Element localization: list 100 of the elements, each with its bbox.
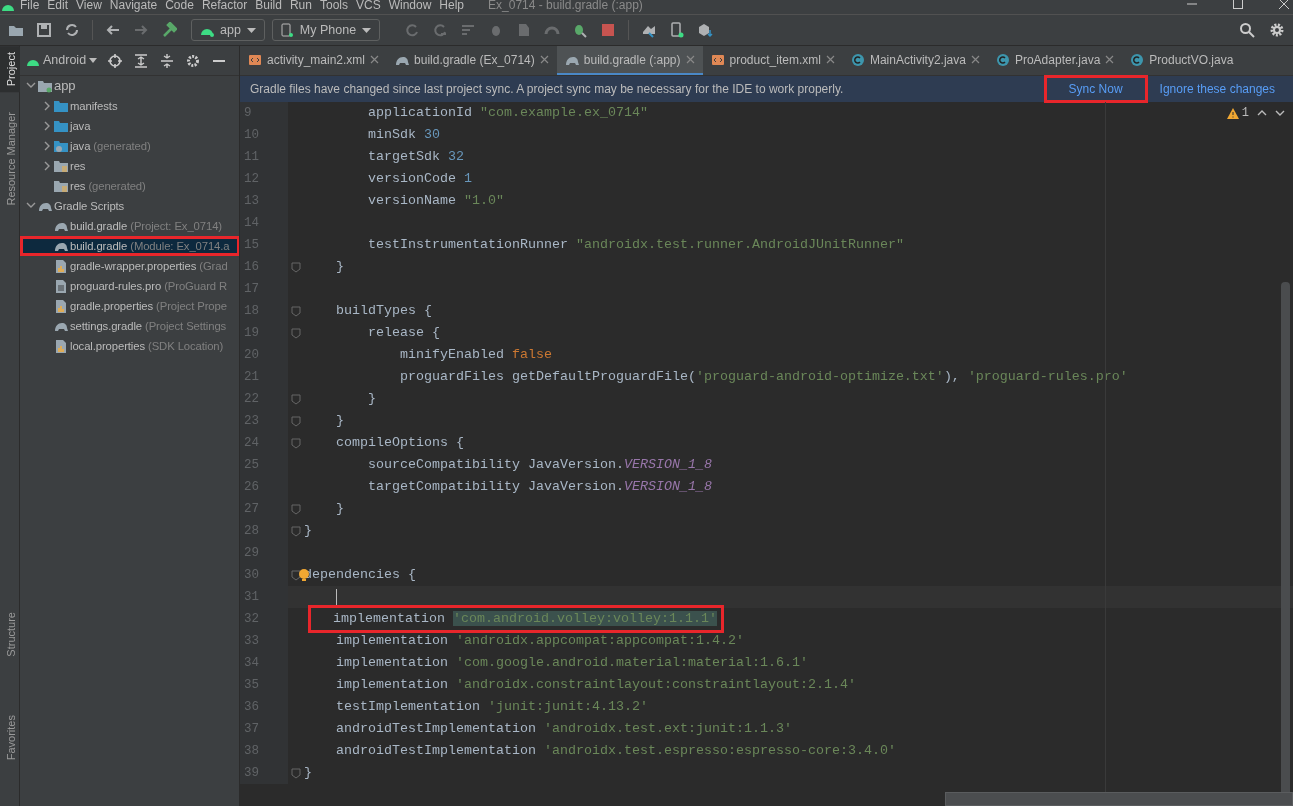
editor-tab[interactable]: product_item.xml [702, 46, 843, 75]
editor-tab[interactable]: MainActivity2.java [842, 46, 988, 75]
tree-item[interactable]: res [20, 156, 239, 176]
tree-item[interactable]: app [20, 76, 239, 96]
device-dropdown[interactable]: My Phone [271, 19, 381, 41]
collapse-all-icon [160, 53, 175, 68]
caret-icon [89, 58, 98, 63]
editor-tab[interactable]: ProAdapter.java [987, 46, 1123, 75]
settings-icon [1269, 22, 1285, 38]
folder-icon [54, 119, 68, 133]
code-line: } [335, 500, 344, 518]
code-line: release { [367, 324, 440, 342]
code-line: } [367, 390, 376, 408]
code-line: sourceCompatibility JavaVersion.VERSION_1_8 [367, 456, 712, 474]
tool-window-tab[interactable]: Structure [0, 605, 20, 663]
tool-window-tab[interactable]: Resource Manager [0, 106, 20, 212]
code-file-icon [710, 52, 725, 67]
warning-count[interactable]: 1 [1226, 104, 1249, 122]
code-line: targetCompatibility JavaVersion.VERSION_1_8 [367, 478, 712, 496]
class-icon [850, 52, 865, 67]
code-line: minifyEnabled false [398, 346, 552, 364]
code-file-icon [248, 52, 262, 67]
tree-item[interactable]: Gradle Scripts [20, 196, 239, 216]
menu-item[interactable]: File [16, 0, 44, 12]
run-config-dropdown[interactable]: app [191, 19, 265, 41]
tree-item[interactable]: local.properties (SDK Location) [20, 336, 239, 356]
tree-item[interactable]: res (generated) [20, 176, 239, 196]
code-line: androidTestImplementation 'androidx.test.ext:junit:1.1.3' [335, 720, 792, 738]
menu-item[interactable]: Code [161, 0, 198, 12]
close-icon [1279, 0, 1289, 9]
menu-item[interactable]: Refactor [197, 0, 252, 12]
menu-item[interactable]: Edit [43, 0, 73, 12]
tree-item[interactable]: java (generated) [20, 136, 239, 156]
apply-icon [432, 22, 449, 38]
code-line: } [335, 412, 344, 430]
code-line: androidTestImplementation 'androidx.test.espresso:espresso-core:3.4.0' [335, 742, 896, 760]
code-line: implementation 'com.google.android.material:material:1.6.1' [335, 654, 808, 672]
warning-icon [1226, 107, 1239, 119]
tree-item[interactable]: gradle-wrapper.properties (Grad [20, 256, 239, 276]
code-line: testInstrumentationRunner "androidx.test.runner.AndroidJUnitRunner" [367, 236, 904, 254]
menu-item[interactable]: Tools [315, 0, 352, 12]
tool-window-tab[interactable]: Project [0, 46, 20, 93]
tool-window-tab[interactable]: Favorites [0, 708, 20, 766]
minimize-icon [213, 59, 226, 62]
menu-item[interactable]: VCS [351, 0, 385, 12]
chart-file-icon [54, 339, 68, 353]
code-line: compileOptions { [335, 434, 464, 452]
tree-item[interactable]: proguard-rules.pro (ProGuard R [20, 276, 239, 296]
menu-item[interactable]: Window [384, 0, 436, 12]
settings-icon [186, 53, 201, 68]
code-line: } [335, 258, 344, 276]
chart-file-icon [54, 299, 68, 313]
menu-item[interactable]: Run [285, 0, 316, 12]
code-line: } [304, 764, 312, 782]
tree-item[interactable]: java [20, 116, 239, 136]
banner-link[interactable]: Sync Now [1043, 75, 1148, 103]
folder-icon [38, 79, 52, 93]
code-line: versionName "1.0" [367, 192, 504, 210]
lines-icon [460, 22, 477, 38]
code-line: proguardFiles getDefaultProguardFile('proguard-android-optimize.txt'), 'proguard-rules.pro' [398, 368, 1128, 386]
menu-item[interactable]: View [72, 0, 106, 12]
menu-item[interactable]: Navigate [105, 0, 162, 12]
editor-tab[interactable]: build.gradle (:app) [556, 46, 703, 75]
editor-tab[interactable]: activity_main2.xml [240, 46, 388, 75]
save-icon [36, 22, 52, 38]
class-icon [1130, 52, 1145, 67]
folder-icon [54, 179, 68, 193]
tree-item[interactable]: settings.gradle (Project Settings [20, 316, 239, 336]
chevron-up-icon [1257, 108, 1267, 118]
tree-item[interactable]: manifests [20, 96, 239, 116]
code-line: versionCode 1 [367, 170, 472, 188]
folder-icon [54, 159, 68, 173]
banner-link[interactable]: Ignore these changes [1151, 78, 1283, 100]
file-icon [54, 279, 68, 293]
hammer-icon [161, 22, 177, 38]
maximize-icon [1233, 0, 1243, 9]
tree-item[interactable]: build.gradle (Project: Ex_0714) [20, 216, 239, 236]
chart-file-icon [54, 259, 68, 273]
caret-icon [362, 27, 372, 33]
stop-icon [600, 22, 617, 38]
text-cursor [336, 589, 337, 605]
package-icon [697, 22, 714, 38]
sync-icon [64, 22, 80, 38]
tree-item[interactable]: build.gradle (Module: Ex_0714.a [20, 236, 239, 256]
code-line: implementation 'androidx.constraintlayout:constraintlayout:2.1.4' [335, 676, 856, 694]
caret-icon [246, 27, 256, 33]
view-dropdown[interactable]: Android [26, 51, 98, 70]
editor-tab[interactable]: build.gradle (Ex_0714) [387, 46, 557, 75]
code-line: targetSdk 32 [367, 148, 464, 166]
code-line: minSdk 30 [367, 126, 440, 144]
menu-item[interactable]: Build [251, 0, 286, 12]
editor-tab[interactable]: ProductVO.java [1122, 46, 1242, 75]
bug-icon [572, 22, 589, 38]
folder-icon [54, 99, 68, 113]
tree-item[interactable]: gradle.properties (Project Prope [20, 296, 239, 316]
search-icon [1239, 22, 1255, 38]
menu-item[interactable]: Help [435, 0, 469, 12]
code-line: applicationId "com.example.ex_0714" [367, 104, 648, 122]
code-line: } [304, 522, 312, 540]
banner-message: Gradle files have changed since last project sync. A project sync may be necessary for the IDE to work properly. [250, 81, 844, 98]
